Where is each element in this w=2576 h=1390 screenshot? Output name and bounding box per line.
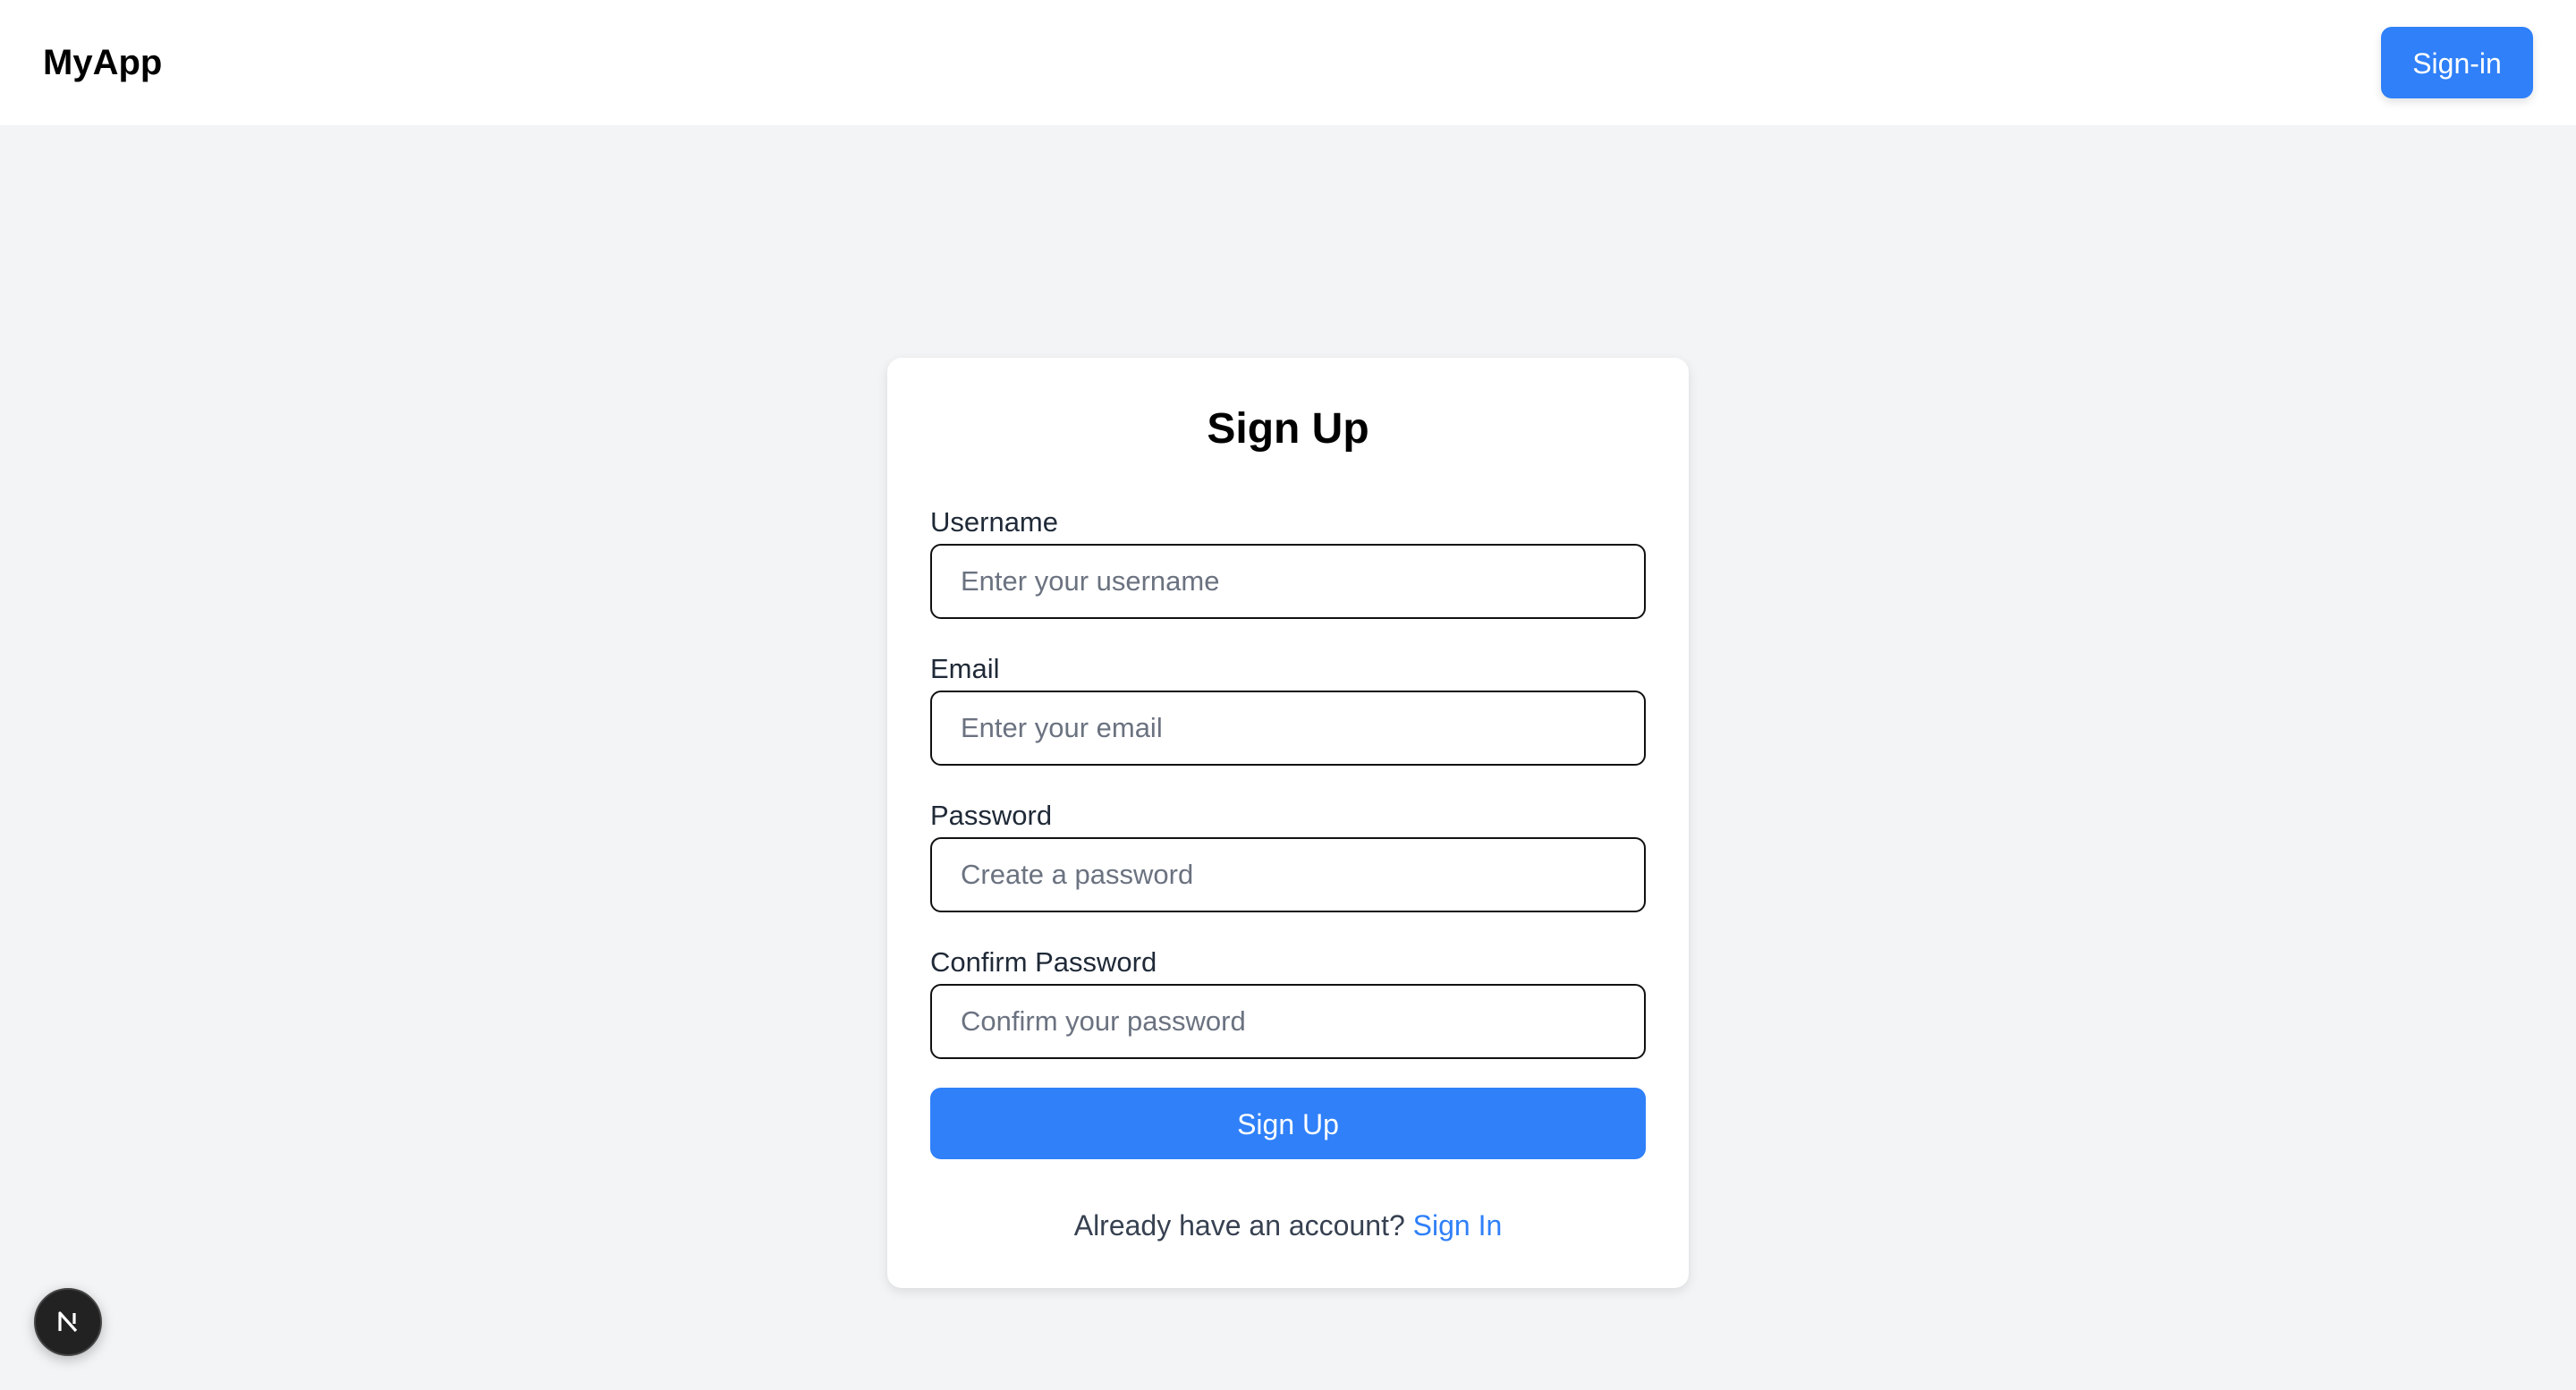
nextjs-devtools-button[interactable]	[34, 1288, 102, 1356]
username-input[interactable]	[930, 544, 1646, 619]
signin-link[interactable]: Sign In	[1413, 1209, 1503, 1242]
signin-button[interactable]: Sign-in	[2381, 27, 2533, 98]
confirm-password-label: Confirm Password	[930, 946, 1157, 978]
email-label: Email	[930, 653, 1000, 684]
signin-prompt-text: Already have an account?	[1073, 1209, 1405, 1242]
top-navbar: MyApp Sign-in	[0, 0, 2576, 125]
username-label: Username	[930, 506, 1058, 538]
confirm-password-input[interactable]	[930, 984, 1646, 1059]
signup-submit-button[interactable]: Sign Up	[930, 1088, 1646, 1159]
email-input[interactable]	[930, 691, 1646, 766]
brand-logo[interactable]: MyApp	[43, 41, 162, 84]
signin-prompt: Already have an account? Sign In	[0, 1206, 2576, 1245]
nextjs-logo-icon	[58, 1311, 78, 1333]
page-title: Sign Up	[1207, 405, 1369, 453]
password-input[interactable]	[930, 837, 1646, 912]
password-label: Password	[930, 800, 1053, 831]
